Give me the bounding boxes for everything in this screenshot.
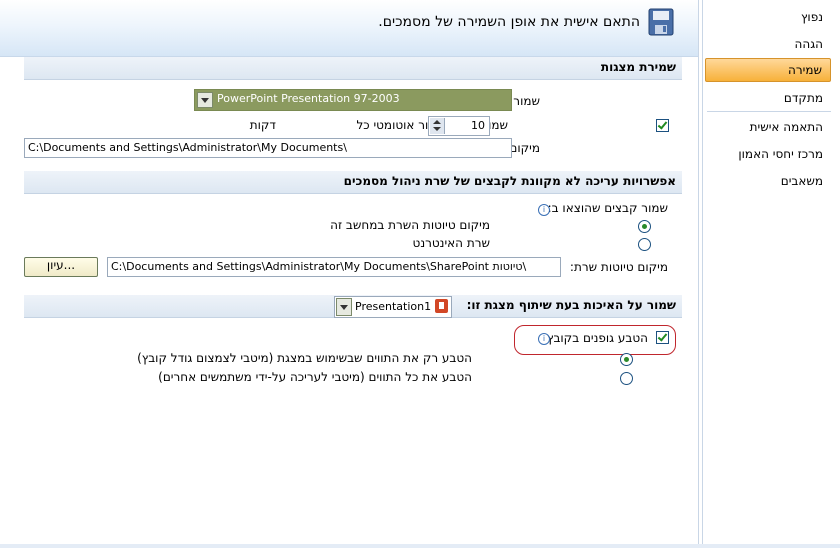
- browse-button[interactable]: עיון...: [24, 257, 98, 277]
- autorecover-unit: דקות: [249, 118, 276, 132]
- autorecover-minutes-value: 10: [471, 119, 485, 132]
- info-icon: i: [538, 204, 550, 216]
- option-embed-all-chars-label: הטבע את כל התווים (מיטבי לעריכה על-ידי מ…: [158, 370, 472, 384]
- radio-embed-used-chars[interactable]: [620, 353, 633, 366]
- autorecover-checkbox[interactable]: [656, 119, 669, 132]
- sidebar-item-resources[interactable]: משאבים: [707, 170, 831, 192]
- autorecover-minutes-stepper[interactable]: 10: [428, 116, 490, 136]
- chevron-down-icon[interactable]: [336, 298, 352, 316]
- sidebar-item-label: התאמה אישית: [749, 120, 823, 134]
- radio-embed-all-chars[interactable]: [620, 372, 633, 385]
- file-format-value: PowerPoint Presentation 97-2003: [217, 92, 400, 105]
- highlight-annotation-ring: [514, 325, 676, 355]
- sidebar-item-trust-center[interactable]: מרכז יחסי האמון: [707, 143, 831, 165]
- sidebar-item-customize[interactable]: התאמה אישית: [707, 116, 831, 138]
- sidebar-item-advanced[interactable]: מתקדם: [707, 87, 831, 109]
- section-title: אפשרויות עריכה לא מקוונת לקבצים של שרת נ…: [343, 174, 676, 188]
- presentation-dropdown[interactable]: Presentation1: [334, 296, 452, 318]
- drafts-location-input[interactable]: C:\Documents and Settings\Administrator\…: [107, 257, 561, 277]
- sidebar-item-label: שמירה: [788, 63, 822, 77]
- file-format-dropdown[interactable]: PowerPoint Presentation 97-2003: [194, 89, 512, 111]
- section-title: שמור על האיכות בעת שיתוף מצגת זו:: [466, 298, 676, 312]
- sidebar-divider: [707, 111, 831, 112]
- sidebar-item-label: נפוץ: [800, 10, 823, 24]
- sidebar-item-label: מרכז יחסי האמון: [738, 147, 823, 161]
- window-bottom-border: [0, 544, 840, 548]
- sidebar-item-save[interactable]: שמירה: [705, 58, 831, 82]
- option-web-server-label: שרת האינטרנט: [412, 236, 490, 250]
- save-disk-icon: [648, 8, 674, 36]
- panel-header-title: התאם אישית את אופן השמירה של מסמכים.: [378, 14, 640, 30]
- presentation-value: Presentation1: [355, 300, 432, 313]
- powerpoint-file-icon: [435, 299, 448, 313]
- option-local-drafts-label: מיקום טיוטות השרת במחשב זה: [330, 218, 490, 232]
- sidebar-item-popular[interactable]: נפוץ: [707, 6, 831, 28]
- sidebar-item-label: משאבים: [780, 174, 823, 188]
- option-embed-used-chars-label: הטבע רק את התווים שבשימוש במצגת (מיטבי ל…: [137, 351, 472, 365]
- radio-web-server[interactable]: [638, 238, 651, 251]
- section-save-presentations: שמירת מצגות: [24, 57, 682, 80]
- default-location-input[interactable]: C:\Documents and Settings\Administrator\…: [24, 138, 512, 158]
- stepper-arrows-icon[interactable]: [430, 118, 445, 134]
- radio-local-drafts[interactable]: [638, 220, 651, 233]
- chevron-down-icon[interactable]: [197, 92, 213, 108]
- options-sidebar: נפוץ הגהה שמירה מתקדם התאמה אישית מרכז י…: [702, 0, 837, 548]
- sidebar-item-label: מתקדם: [783, 91, 823, 105]
- section-title: שמירת מצגות: [600, 60, 676, 74]
- default-location-value: C:\Documents and Settings\Administrator\…: [28, 141, 347, 154]
- drafts-location-label: מיקום טיוטות שרת:: [569, 260, 668, 274]
- section-offline-editing: אפשרויות עריכה לא מקוונת לקבצים של שרת נ…: [24, 171, 682, 194]
- drafts-location-value: C:\Documents and Settings\Administrator\…: [111, 260, 527, 273]
- panel-header: התאם אישית את אופן השמירה של מסמכים.: [0, 0, 698, 57]
- sidebar-item-proofing[interactable]: הגהה: [707, 33, 831, 55]
- checkout-label: שמור קבצים שהוצאו ב:: [547, 201, 668, 215]
- options-main-panel: התאם אישית את אופן השמירה של מסמכים. שמי…: [0, 0, 699, 548]
- sidebar-item-label: הגהה: [794, 37, 823, 51]
